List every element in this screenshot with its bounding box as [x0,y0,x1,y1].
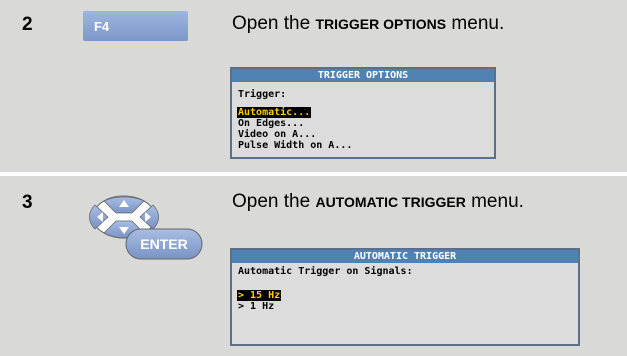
enter-key-label: ENTER [140,236,187,252]
instruction-prefix: Open the [232,191,316,212]
menu-item-selected[interactable]: > 15 Hz [237,290,282,301]
step-2-instruction: Open the TRIGGER OPTIONS menu. [232,13,504,35]
menu-item-selected[interactable]: Automatic... [237,107,312,118]
f4-softkey-icon[interactable]: F4 [83,11,188,41]
instruction-suffix: menu. [446,13,505,34]
screen-title: AUTOMATIC TRIGGER [232,250,578,263]
screen-title: TRIGGER OPTIONS [232,69,494,82]
menu-heading: Trigger: [238,89,287,100]
step-3-instruction: Open the AUTOMATIC TRIGGER menu. [232,191,524,213]
step-number: 2 [22,14,33,35]
menu-item[interactable]: > 1 Hz [238,301,274,312]
f4-key-label: F4 [94,19,110,34]
menu-item[interactable]: Video on A... [238,129,316,140]
trigger-options-screen: TRIGGER OPTIONS Trigger: Automatic... On… [230,67,496,159]
step-number: 3 [22,192,33,213]
instruction-suffix: menu. [465,191,524,212]
arrow-keys-enter-icon[interactable]: ENTER [86,193,204,261]
menu-item[interactable]: On Edges... [238,118,304,129]
instruction-menu-name: TRIGGER OPTIONS [315,16,447,32]
instruction-prefix: Open the [232,13,316,34]
menu-item[interactable]: Pulse Width on A... [238,140,352,151]
instruction-menu-name: AUTOMATIC TRIGGER [315,194,466,210]
menu-heading: Automatic Trigger on Signals: [238,266,413,277]
automatic-trigger-screen: AUTOMATIC TRIGGER Automatic Trigger on S… [230,248,580,346]
